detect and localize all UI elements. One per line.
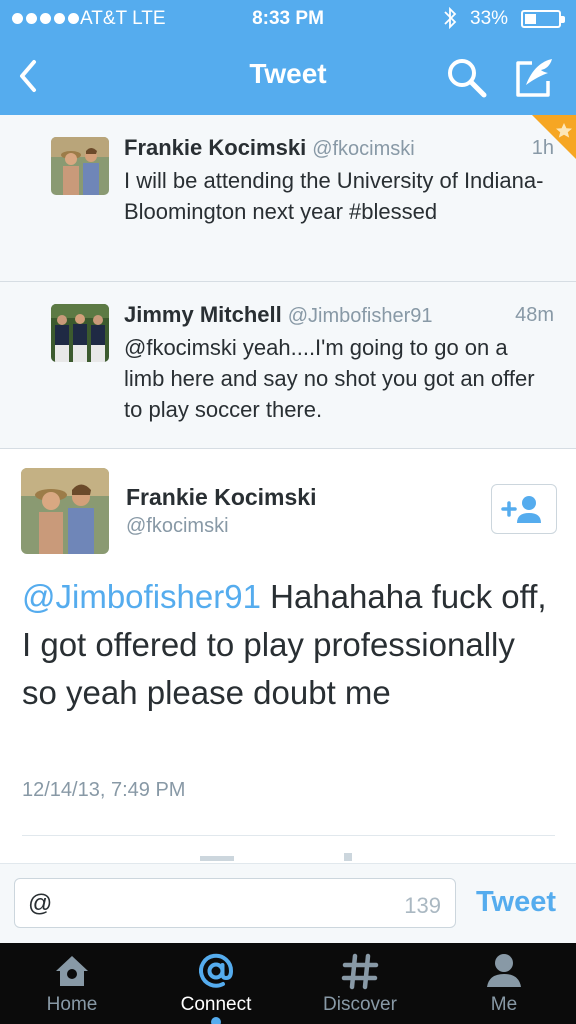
hashtag-icon — [341, 953, 379, 990]
focused-tweet: Frankie Kocimski @fkocimski @Jimbofisher… — [0, 449, 576, 863]
reply-input-value: @ — [28, 890, 53, 917]
home-icon — [56, 956, 88, 986]
tab-discover[interactable]: Discover — [288, 943, 432, 1024]
tweet-text: @Jimbofisher91 Hahahaha fuck off, I got … — [22, 573, 552, 717]
favorite-star-icon — [532, 115, 576, 159]
author-handle: @fkocimski — [126, 515, 229, 537]
person-icon — [487, 954, 521, 987]
add-user-icon — [501, 496, 541, 523]
reply-input[interactable]: @ 139 — [14, 878, 456, 928]
divider — [22, 835, 555, 836]
page-title: Tweet — [249, 58, 327, 89]
active-tab-indicator — [211, 1017, 221, 1024]
author-name[interactable]: Frankie Kocimski — [124, 135, 306, 160]
tab-home[interactable]: Home — [0, 943, 144, 1024]
tab-label: Discover — [323, 994, 397, 1015]
compose-icon[interactable] — [512, 55, 558, 99]
avatar[interactable] — [21, 468, 109, 554]
avatar[interactable] — [51, 304, 109, 362]
tweet-time: 48m — [515, 304, 554, 326]
author-name[interactable]: Frankie Kocimski — [126, 484, 316, 511]
tweet-date: 12/14/13, 7:49 PM — [22, 779, 186, 801]
tab-connect[interactable]: Connect — [144, 943, 288, 1024]
status-bar: AT&T LTE 8:33 PM 33% — [0, 0, 576, 40]
author-handle: @Jimbofisher91 — [287, 305, 433, 327]
tab-label: Home — [46, 994, 98, 1015]
at-icon — [199, 953, 234, 988]
character-count: 139 — [404, 893, 441, 918]
battery-percent: 33% — [470, 8, 509, 29]
action-icons-peek — [200, 853, 352, 861]
search-icon[interactable] — [444, 55, 488, 99]
mention-link[interactable]: @Jimbofisher91 — [22, 578, 261, 615]
reply-bar: @ 139 Tweet — [0, 863, 576, 943]
follow-button[interactable] — [491, 484, 557, 534]
tab-me[interactable]: Me — [432, 943, 576, 1024]
top-bar: AT&T LTE 8:33 PM 33% Tweet — [0, 0, 576, 115]
tweet-text: I will be attending the University of In… — [124, 168, 544, 224]
author-name[interactable]: Jimmy Mitchell — [124, 302, 282, 327]
conversation-tweet[interactable]: Frankie Kocimski @fkocimski 1h I will be … — [0, 115, 576, 282]
tweet-text: @fkocimski yeah....I'm going to go on a … — [124, 335, 535, 422]
author-handle: @fkocimski — [312, 138, 415, 160]
battery-icon — [521, 10, 565, 28]
battery-fill — [525, 14, 536, 24]
tab-label: Me — [490, 994, 518, 1015]
conversation-tweet[interactable]: Jimmy Mitchell @Jimbofisher91 48m @fkocim… — [0, 282, 576, 449]
bluetooth-icon — [444, 6, 457, 30]
tab-label: Connect — [180, 994, 252, 1015]
tweet-reply-button[interactable]: Tweet — [466, 886, 566, 919]
avatar[interactable] — [51, 137, 109, 195]
tab-bar: Home Connect Discover Me — [0, 943, 576, 1024]
